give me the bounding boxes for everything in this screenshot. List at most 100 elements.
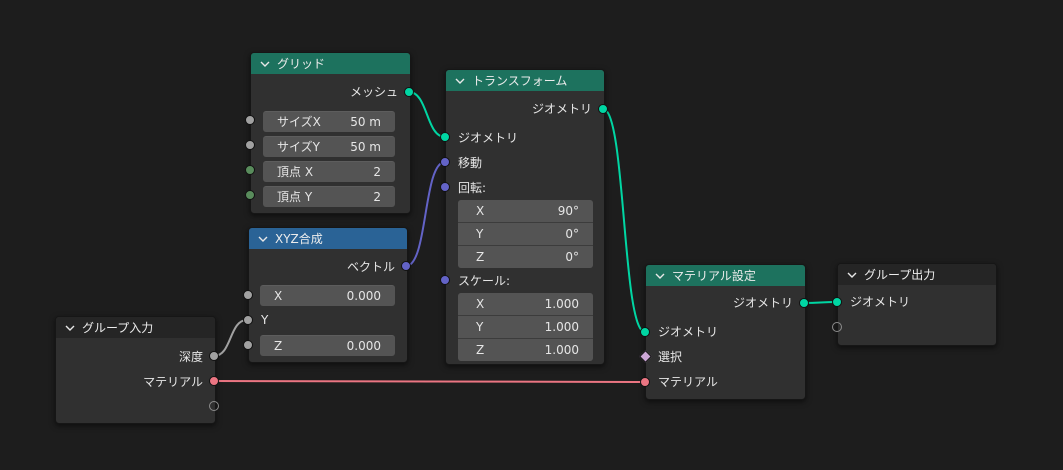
vertices-x-value: 2 [373, 165, 381, 179]
rotation-y-value: 0° [565, 227, 579, 241]
scale-y-row[interactable]: Y 1.000 [458, 316, 593, 339]
mesh-output-socket[interactable] [404, 87, 414, 97]
selection-input-label: 選択 [658, 350, 683, 364]
chevron-down-icon[interactable] [847, 270, 857, 280]
vertices-y-field[interactable]: 頂点 Y 2 [263, 186, 395, 207]
transform-node-title: トランスフォーム [472, 74, 568, 88]
scale-z-label: Z [476, 343, 485, 357]
group-input-node-title: グループ入力 [82, 321, 154, 335]
link-material-to-material[interactable] [213, 380, 646, 383]
group-output-empty-socket[interactable] [832, 322, 842, 332]
scale-z-row[interactable]: Z 1.000 [458, 339, 593, 361]
vector-output-label: ベクトル [346, 260, 395, 274]
translation-input-socket[interactable] [440, 157, 450, 167]
grid-node[interactable]: グリッド メッシュ サイズX 50 m サイズY 50 m 頂点 X 2 頂点 … [250, 52, 411, 214]
chevron-down-icon[interactable] [258, 234, 268, 244]
size-y-field[interactable]: サイズY 50 m [263, 136, 395, 157]
set-material-node-title: マテリアル設定 [672, 269, 756, 283]
depth-output-label: 深度 [178, 350, 203, 364]
chevron-down-icon[interactable] [455, 76, 465, 86]
combine-y-socket[interactable] [243, 315, 253, 325]
combine-x-socket[interactable] [243, 290, 253, 300]
link-vector-to-translation[interactable] [405, 161, 446, 267]
scale-x-label: X [476, 297, 485, 311]
combine-z-value: 0.000 [346, 339, 381, 353]
transform-node-header[interactable]: トランスフォーム [446, 70, 604, 91]
scale-y-label: Y [476, 320, 484, 334]
combine-xyz-node-header[interactable]: XYZ合成 [249, 228, 407, 249]
set-material-geometry-output-label: ジオメトリ [732, 296, 793, 310]
vertices-x-socket[interactable] [245, 165, 255, 175]
set-material-node[interactable]: マテリアル設定 ジオメトリ ジオメトリ 選択 マテリアル [645, 264, 806, 400]
grid-node-header[interactable]: グリッド [251, 53, 410, 74]
scale-x-value: 1.000 [544, 297, 579, 311]
link-geometry-to-set-material[interactable] [602, 108, 646, 333]
group-output-geometry-input-socket[interactable] [832, 297, 842, 307]
grid-node-title: グリッド [277, 57, 326, 71]
scale-z-value: 1.000 [544, 343, 579, 357]
combine-z-label: Z [274, 339, 283, 353]
combine-z-field[interactable]: Z 0.000 [260, 335, 395, 356]
combine-z-socket[interactable] [243, 340, 253, 350]
group-input-empty-socket[interactable] [209, 401, 219, 411]
scale-label: スケール: [458, 274, 511, 288]
depth-output-socket[interactable] [209, 351, 219, 361]
size-x-label: サイズX [277, 115, 321, 129]
set-material-geometry-output-socket[interactable] [799, 298, 809, 308]
vertices-x-field[interactable]: 頂点 X 2 [263, 161, 395, 182]
rotation-y-row[interactable]: Y 0° [458, 223, 593, 246]
combine-y-label: Y [261, 313, 269, 327]
scale-vector-field[interactable]: X 1.000 Y 1.000 Z 1.000 [458, 293, 593, 361]
rotation-z-value: 0° [565, 250, 579, 264]
vertices-y-label: 頂点 Y [277, 190, 313, 204]
material-input-label: マテリアル [658, 375, 718, 389]
combine-x-label: X [274, 289, 283, 303]
chevron-down-icon[interactable] [260, 59, 270, 69]
size-x-field[interactable]: サイズX 50 m [263, 111, 395, 132]
group-input-node-header[interactable]: グループ入力 [56, 317, 215, 338]
link-mesh-to-geometry[interactable] [408, 91, 446, 138]
link-depth-to-y[interactable] [213, 319, 248, 357]
rotation-z-row[interactable]: Z 0° [458, 246, 593, 268]
combine-xyz-node[interactable]: XYZ合成 ベクトル X 0.000 Y Z 0.000 [248, 227, 408, 363]
transform-geometry-input-label: ジオメトリ [458, 131, 519, 145]
scale-x-row[interactable]: X 1.000 [458, 293, 593, 316]
set-material-geometry-input-label: ジオメトリ [658, 325, 719, 339]
transform-geometry-input-socket[interactable] [440, 132, 450, 142]
material-input-socket[interactable] [640, 377, 650, 387]
rotation-label: 回転: [458, 181, 487, 195]
group-output-node[interactable]: グループ出力 ジオメトリ [837, 263, 997, 346]
group-output-node-header[interactable]: グループ出力 [838, 264, 996, 285]
vertices-y-value: 2 [373, 190, 381, 204]
transform-geometry-output-socket[interactable] [598, 104, 608, 114]
rotation-x-value: 90° [557, 204, 579, 218]
size-y-socket[interactable] [245, 140, 255, 150]
chevron-down-icon[interactable] [655, 271, 665, 281]
size-y-value: 50 m [350, 140, 381, 154]
translation-input-label: 移動 [458, 156, 483, 170]
size-x-value: 50 m [350, 115, 381, 129]
group-input-node[interactable]: グループ入力 深度 マテリアル [55, 316, 216, 424]
rotation-vector-field[interactable]: X 90° Y 0° Z 0° [458, 200, 593, 268]
size-x-socket[interactable] [245, 115, 255, 125]
set-material-node-header[interactable]: マテリアル設定 [646, 265, 805, 286]
combine-x-field[interactable]: X 0.000 [260, 285, 395, 306]
rotation-input-socket[interactable] [440, 182, 450, 192]
size-y-label: サイズY [277, 140, 320, 154]
material-output-socket[interactable] [209, 376, 219, 386]
vertices-x-label: 頂点 X [277, 165, 314, 179]
group-output-node-title: グループ出力 [864, 268, 936, 282]
scale-input-socket[interactable] [440, 275, 450, 285]
scale-y-value: 1.000 [544, 320, 579, 334]
node-editor-canvas[interactable]: グリッド メッシュ サイズX 50 m サイズY 50 m 頂点 X 2 頂点 … [0, 0, 1063, 470]
vertices-y-socket[interactable] [245, 190, 255, 200]
transform-node[interactable]: トランスフォーム ジオメトリ ジオメトリ 移動 回転: X 90° Y 0° Z 0°… [445, 69, 605, 365]
combine-x-value: 0.000 [346, 289, 381, 303]
vector-output-socket[interactable] [401, 261, 411, 271]
rotation-z-label: Z [476, 250, 485, 264]
rotation-x-row[interactable]: X 90° [458, 200, 593, 223]
rotation-y-label: Y [476, 227, 484, 241]
set-material-geometry-input-socket[interactable] [640, 327, 650, 337]
chevron-down-icon[interactable] [65, 323, 75, 333]
combine-xyz-node-title: XYZ合成 [275, 232, 323, 246]
